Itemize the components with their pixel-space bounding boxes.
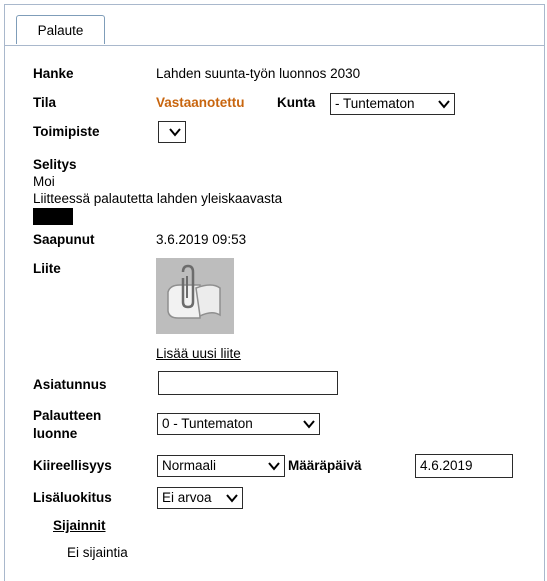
- kunta-select[interactable]: - Tuntematon: [330, 93, 455, 115]
- tila-label: Tila: [33, 95, 57, 110]
- kunta-label: Kunta: [277, 95, 316, 110]
- kunta-select-value: - Tuntematon: [335, 96, 415, 111]
- chevron-down-icon: [169, 128, 181, 137]
- luonne-label-line-1: Palautteen: [33, 408, 102, 423]
- luonne-select-value: 0 - Tuntematon: [162, 416, 253, 431]
- asiatunnus-label: Asiatunnus: [33, 377, 107, 392]
- selitys-line-2: Liitteessä palautetta lahden yleiskaavas…: [33, 191, 283, 206]
- hanke-value: Lahden suunta-työn luonnos 2030: [156, 66, 361, 81]
- hanke-label: Hanke: [33, 66, 74, 81]
- maarapaiva-input[interactable]: 4.6.2019: [415, 454, 513, 478]
- chevron-down-icon: [268, 462, 280, 471]
- status-value: Vastaanotettu: [156, 95, 245, 110]
- lisaluokitus-label: Lisäluokitus: [33, 490, 112, 505]
- lisaluokitus-select[interactable]: Ei arvoa: [157, 487, 243, 509]
- kiireellisyys-select[interactable]: Normaali: [157, 455, 285, 477]
- chevron-down-icon: [438, 100, 450, 109]
- liite-label: Liite: [33, 261, 61, 276]
- tab-palaute[interactable]: Palaute: [16, 15, 105, 44]
- sijainnit-empty-text: Ei sijaintia: [67, 545, 128, 560]
- asiatunnus-input[interactable]: [158, 371, 338, 395]
- attachment-thumbnail[interactable]: [156, 258, 234, 334]
- toimipiste-label: Toimipiste: [33, 124, 100, 139]
- selitys-label: Selitys: [33, 157, 77, 172]
- tab-strip: Palaute: [5, 5, 544, 46]
- luonne-label-line-2: luonne: [33, 426, 78, 441]
- chevron-down-icon: [226, 494, 238, 503]
- paperclip-document-icon: [156, 258, 234, 334]
- kiireellisyys-label: Kiireellisyys: [33, 458, 112, 473]
- toimipiste-select[interactable]: [158, 121, 186, 143]
- maarapaiva-label: Määräpäivä: [288, 458, 362, 473]
- chevron-down-icon: [303, 420, 315, 429]
- saapunut-label: Saapunut: [33, 232, 95, 247]
- add-attachment-link[interactable]: Lisää uusi liite: [156, 346, 241, 361]
- saapunut-value: 3.6.2019 09:53: [156, 232, 247, 247]
- lisaluokitus-select-value: Ei arvoa: [162, 490, 212, 505]
- selitys-line-1: Moi: [33, 174, 55, 189]
- kiireellisyys-select-value: Normaali: [162, 458, 217, 473]
- redaction-block: [33, 208, 73, 225]
- sijainnit-link[interactable]: Sijainnit: [53, 518, 106, 533]
- luonne-select[interactable]: 0 - Tuntematon: [157, 413, 320, 435]
